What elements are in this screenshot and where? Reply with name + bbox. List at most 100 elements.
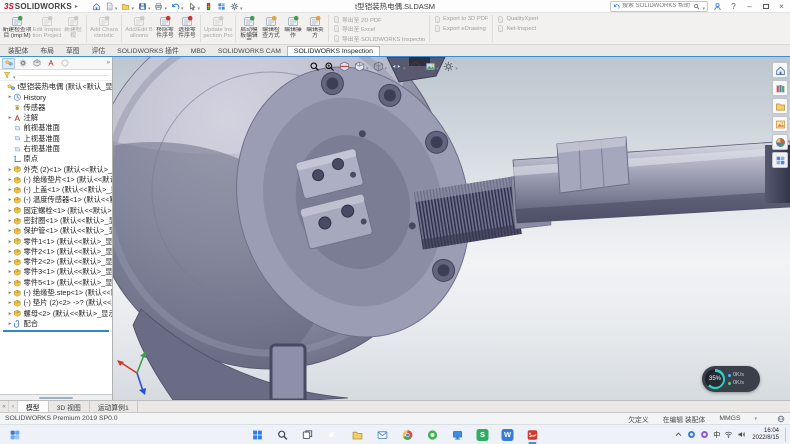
- app-browser-green-button[interactable]: [424, 426, 442, 444]
- tree-item-right-plane[interactable]: 右视基准面: [0, 144, 112, 154]
- view-settings-button[interactable]: [217, 2, 226, 11]
- tree-item-mifengquan[interactable]: ▸密封圈<1> (默认<<默认>_显示状: [0, 216, 112, 226]
- hide-show-items-button[interactable]: [391, 57, 406, 75]
- tree-item-lingjian2-1[interactable]: ▸零件2<1> (默认<<默认>_显示状态: [0, 247, 112, 257]
- tray-app-purple-button[interactable]: [700, 430, 709, 439]
- logo-expand-arrow-icon[interactable]: ▸: [75, 3, 78, 10]
- search-input[interactable]: [622, 3, 691, 9]
- edge-button[interactable]: [324, 426, 342, 444]
- app-chrome-button[interactable]: [399, 426, 417, 444]
- edit-appearance-button[interactable]: [410, 61, 421, 72]
- tree-item-top-plane[interactable]: 上视基准面: [0, 133, 112, 143]
- search-scope-icon[interactable]: [613, 3, 620, 10]
- status-globe-icon[interactable]: [777, 415, 785, 423]
- search-box[interactable]: [610, 1, 708, 12]
- custom-properties-tab[interactable]: [772, 152, 788, 168]
- appearances-scenes-tab[interactable]: [772, 134, 788, 150]
- undo-button[interactable]: [171, 0, 184, 15]
- ime-mode-button[interactable]: 中: [713, 430, 720, 440]
- save-button[interactable]: [138, 0, 151, 15]
- tree-item-baohuguan[interactable]: ▸保护管<1> (默认<<默认>_显示状: [0, 226, 112, 236]
- model-canvas[interactable]: [113, 57, 790, 400]
- assembly-model[interactable]: [113, 57, 790, 400]
- rebuild-button[interactable]: [204, 2, 213, 11]
- panel-splitter[interactable]: [0, 394, 112, 400]
- select-balloons-button[interactable]: 选择零件序号: [176, 13, 198, 44]
- network-button[interactable]: [724, 430, 733, 439]
- close-button[interactable]: ×: [775, 0, 788, 13]
- launch-template-editor-button[interactable]: 启动模板编辑器: [238, 13, 260, 44]
- new-inspection-project-button[interactable]: 新建检查项目 (imp:M): [2, 13, 32, 44]
- mail-button[interactable]: [374, 426, 392, 444]
- tab-sw-inspection[interactable]: SOLIDWORKS Inspection: [287, 46, 380, 56]
- tree-item-guding-luoshuan[interactable]: ▸固定螺栓<1> (默认<<默认>_显示: [0, 206, 112, 216]
- tray-expand-button[interactable]: [674, 430, 683, 439]
- viewport-3d[interactable]: 35% 0K/s0K/s: [113, 57, 790, 400]
- tree-item-waike[interactable]: ▸外壳 (2)<1> (默认<<默认>_显示状: [0, 164, 112, 174]
- widgets-button[interactable]: [6, 426, 24, 444]
- tree-filter[interactable]: [0, 70, 112, 81]
- tree-item-lingjian3[interactable]: ▸零件3<1> (默认<<默认>_显示状态: [0, 267, 112, 277]
- new-document-button[interactable]: [105, 0, 118, 15]
- view-tab-motion-study-1[interactable]: 运动算例1: [90, 401, 138, 412]
- solidworks-resources-tab[interactable]: [772, 62, 788, 78]
- app-netdisk-button[interactable]: [449, 426, 467, 444]
- tree-item-history[interactable]: ▸History: [0, 92, 112, 102]
- remove-balloons-button[interactable]: 移除零件序号: [154, 13, 176, 44]
- volume-button[interactable]: [737, 430, 746, 439]
- tab-scroll-left-icon[interactable]: ‹: [9, 401, 18, 412]
- show-desktop-button[interactable]: [785, 428, 787, 442]
- displaymanager-tab[interactable]: [58, 58, 71, 69]
- tree-item-shanggai[interactable]: ▸(-) 上盖<1> (默认<<默认>_显示状: [0, 185, 112, 195]
- view-settings-button[interactable]: [443, 57, 458, 75]
- tree-item-jueyuan-dianpian[interactable]: ▸(-) 绝缘垫片<1> (默认<<默认>_显: [0, 175, 112, 185]
- restore-button[interactable]: [759, 0, 772, 13]
- login-button[interactable]: [711, 0, 724, 13]
- tab-assembly[interactable]: 装配体: [2, 44, 34, 56]
- design-library-tab[interactable]: [772, 80, 788, 96]
- file-explorer-button[interactable]: [349, 426, 367, 444]
- tree-item-luomu[interactable]: ▸螺母<2> (默认<<默认>_显示状态: [0, 309, 112, 319]
- tree-item-lingjian5[interactable]: ▸零件5<1> (默认<<默认>_显示状态: [0, 278, 112, 288]
- start-button[interactable]: [249, 426, 267, 444]
- tree-item-wendu-chuanganqi[interactable]: ▸(-) 温度传感器<1> (默认<<默认>_: [0, 195, 112, 205]
- search-caret-icon[interactable]: [702, 0, 705, 15]
- home-button[interactable]: [92, 2, 101, 11]
- tree-root[interactable]: t型铠装热电偶 (默认<默认_显示状态-1: [0, 82, 112, 92]
- tree-item-sensors[interactable]: 传感器: [0, 103, 112, 113]
- tree-item-origin[interactable]: 原点: [0, 154, 112, 164]
- zoom-area-button[interactable]: [324, 61, 335, 72]
- zoom-fit-button[interactable]: [309, 61, 320, 72]
- tab-evaluate[interactable]: 评估: [86, 44, 112, 56]
- tab-sw-cam[interactable]: SOLIDWORKS CAM: [212, 47, 287, 56]
- tray-app-blue-button[interactable]: [687, 430, 696, 439]
- help-button[interactable]: ?: [727, 0, 740, 13]
- tree-item-jueyuandian-step[interactable]: ▸(-) 绝缘垫.step<1> (默认<<默认>: [0, 288, 112, 298]
- tab-scroll-first-icon[interactable]: «: [0, 401, 9, 412]
- view-palette-tab[interactable]: [772, 116, 788, 132]
- apply-scene-button[interactable]: [425, 57, 440, 75]
- tree-item-annotations[interactable]: ▸注解: [0, 113, 112, 123]
- view-tab-3d-views[interactable]: 3D 视图: [49, 401, 90, 412]
- taskbar-clock[interactable]: 16:04 2022/8/15: [752, 428, 779, 441]
- edit-inspection-methods-button[interactable]: 编辑检查方式: [260, 13, 282, 44]
- open-button[interactable]: [121, 0, 134, 15]
- app-wps-w-button[interactable]: W: [499, 426, 517, 444]
- tree-item-front-plane[interactable]: 前视基准面: [0, 123, 112, 133]
- print-button[interactable]: [154, 0, 167, 15]
- edit-operations-button[interactable]: 编辑操作: [282, 13, 304, 44]
- search-button[interactable]: [274, 426, 292, 444]
- filter-funnel-icon[interactable]: [3, 71, 11, 79]
- configurationmanager-tab[interactable]: [30, 58, 43, 69]
- section-view-button[interactable]: [339, 61, 350, 72]
- search-icon[interactable]: [693, 3, 700, 10]
- display-style-button[interactable]: [373, 57, 388, 75]
- tree-item-dianpian[interactable]: ▸(-) 垫片 (2)<2> ->? (默认<<默认>: [0, 298, 112, 308]
- file-explorer-tab[interactable]: [772, 98, 788, 114]
- speed-monitor-widget[interactable]: 35% 0K/s0K/s: [702, 366, 760, 392]
- tree-item-lingjian2-2[interactable]: ▸零件2<2> (默认<<默认>_显示状态: [0, 257, 112, 267]
- tab-sketch[interactable]: 草图: [60, 44, 86, 56]
- tab-sw-addins[interactable]: SOLIDWORKS 插件: [111, 44, 185, 56]
- minimize-button[interactable]: –: [743, 0, 756, 13]
- view-orientation-button[interactable]: [354, 57, 369, 75]
